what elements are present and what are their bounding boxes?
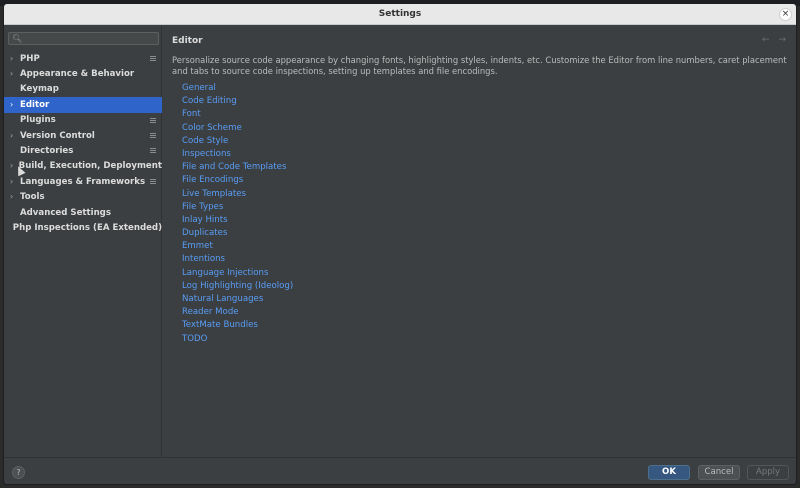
settings-link[interactable]: Emmet — [182, 240, 293, 253]
sidebar-item-label: Tools — [20, 192, 45, 203]
settings-link[interactable]: Color Scheme — [182, 122, 293, 135]
sidebar-item[interactable]: › Languages & Frameworks — [4, 174, 162, 189]
settings-link[interactable]: Intentions — [182, 253, 293, 266]
project-settings-icon — [150, 117, 157, 124]
settings-link[interactable]: Live Templates — [182, 188, 293, 201]
settings-link[interactable]: Reader Mode — [182, 306, 293, 319]
sidebar-item-label: Php Inspections (EA Extended) — [12, 222, 162, 233]
sidebar-item-label: Build, Execution, Deployment — [18, 161, 162, 172]
dialog-footer: ? OK Cancel Apply — [4, 457, 796, 484]
sidebar-item-label: Directories — [20, 146, 74, 157]
settings-link[interactable]: Inspections — [182, 148, 293, 161]
sidebar-item[interactable]: Plugins — [4, 113, 162, 128]
settings-link[interactable]: Log Highlighting (Ideolog) — [182, 280, 293, 293]
sidebar-item-label: Appearance & Behavior — [20, 69, 135, 80]
editor-panel: Editor ← → Personalize source code appea… — [163, 26, 796, 457]
sidebar-item[interactable]: › Build, Execution, Deployment — [4, 159, 162, 174]
settings-link[interactable]: Code Editing — [182, 95, 293, 108]
settings-link[interactable]: General — [182, 82, 293, 95]
settings-dialog: Settings × 🔍︎ › PHP › Appearance & Behavior… — [3, 3, 797, 485]
sidebar-item[interactable]: › Editor — [4, 97, 162, 113]
ok-button[interactable]: OK — [648, 465, 690, 480]
settings-sidebar: 🔍︎ › PHP › Appearance & Behavior Keymap › Edit… — [4, 26, 162, 457]
sidebar-item[interactable]: › PHP — [4, 51, 162, 66]
chevron-right-icon[interactable]: › — [10, 131, 20, 140]
chevron-right-icon[interactable]: › — [10, 193, 20, 201]
project-settings-icon — [150, 132, 157, 139]
sidebar-item-label: Editor — [20, 99, 50, 110]
sidebar-item-label: Version Control — [20, 130, 95, 141]
settings-link[interactable]: Font — [182, 108, 293, 121]
chevron-right-icon[interactable]: › — [10, 54, 20, 63]
sidebar-item-label: PHP — [20, 53, 40, 64]
apply-button[interactable]: Apply — [747, 465, 789, 480]
settings-link[interactable]: TextMate Bundles — [182, 319, 293, 332]
project-settings-icon — [150, 147, 157, 154]
close-icon[interactable]: × — [779, 8, 792, 21]
settings-link[interactable]: Code Style — [182, 135, 293, 148]
search-input[interactable] — [22, 33, 158, 44]
chevron-right-icon[interactable]: › — [10, 177, 20, 186]
settings-link[interactable]: File and Code Templates — [182, 161, 293, 174]
sidebar-item-label: Plugins — [20, 115, 56, 126]
back-forward-arrows[interactable]: ← → — [762, 35, 789, 45]
settings-link[interactable]: Duplicates — [182, 227, 293, 240]
sidebar-item-label: Keymap — [20, 84, 59, 95]
project-settings-icon — [150, 178, 157, 185]
project-settings-icon — [150, 55, 157, 62]
sidebar-item[interactable]: Php Inspections (EA Extended) — [4, 220, 162, 235]
sidebar-item-label: Languages & Frameworks — [20, 176, 146, 187]
editor-links: General Code Editing Font Color Scheme Code … — [182, 82, 293, 346]
search-icon: 🔍︎ — [12, 33, 23, 43]
chevron-right-icon[interactable]: › — [10, 70, 20, 78]
settings-link[interactable]: Natural Languages — [182, 293, 293, 306]
search-box[interactable]: 🔍︎ — [8, 32, 159, 45]
settings-link[interactable]: File Types — [182, 201, 293, 214]
sidebar-item[interactable]: › Appearance & Behavior — [4, 66, 162, 81]
cancel-button[interactable]: Cancel — [698, 465, 740, 480]
dialog-title: Settings — [378, 9, 422, 19]
chevron-right-icon[interactable]: › — [10, 100, 20, 109]
sidebar-item[interactable]: Directories — [4, 143, 162, 158]
title-bar: Settings × — [4, 4, 796, 25]
settings-link[interactable]: File Encodings — [182, 174, 293, 187]
page-title: Editor — [172, 36, 203, 46]
page-description: Personalize source code appearance by ch… — [172, 55, 787, 76]
settings-tree: › PHP › Appearance & Behavior Keymap › Editor P… — [4, 51, 162, 236]
settings-link[interactable]: Language Injections — [182, 267, 293, 280]
settings-link[interactable]: Inlay Hints — [182, 214, 293, 227]
settings-link[interactable]: TODO — [182, 333, 293, 346]
sidebar-item[interactable]: › Tools — [4, 190, 162, 205]
sidebar-item[interactable]: › Version Control — [4, 128, 162, 143]
help-icon[interactable]: ? — [12, 466, 25, 479]
sidebar-item[interactable]: Advanced Settings — [4, 205, 162, 220]
sidebar-item[interactable]: Keymap — [4, 82, 162, 97]
sidebar-item-label: Advanced Settings — [20, 207, 111, 218]
